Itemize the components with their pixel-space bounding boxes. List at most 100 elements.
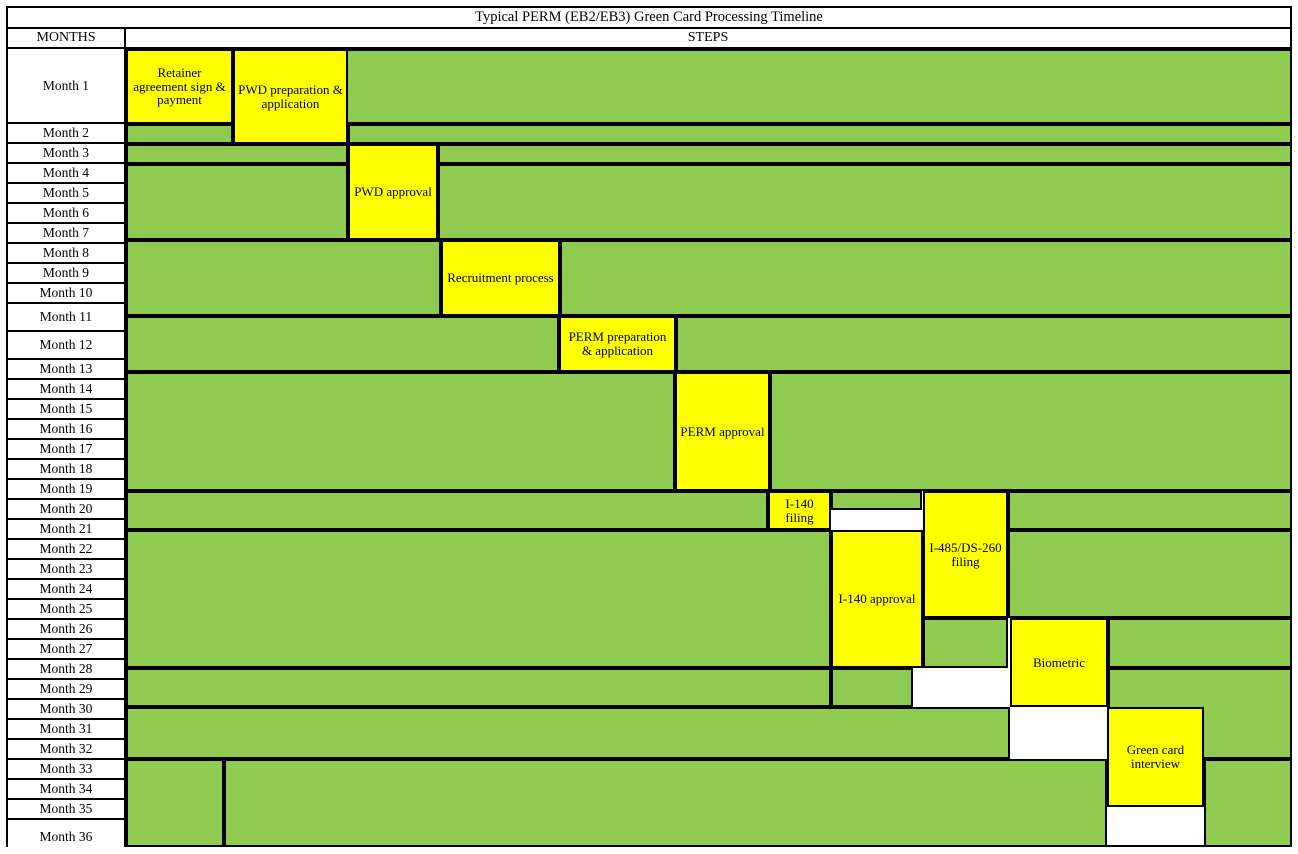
- elapsed-time-bar: [923, 618, 1008, 668]
- month-row-16: Month 16: [8, 420, 124, 440]
- month-label: Month 33: [39, 761, 93, 776]
- month-label: Month 28: [39, 661, 93, 676]
- elapsed-time-bar: [1008, 530, 1290, 618]
- month-row-9: Month 9: [8, 264, 124, 284]
- step-box-recruitment-process[interactable]: Recruitment process: [441, 240, 560, 316]
- month-row-20: Month 20: [8, 500, 124, 520]
- month-label: Month 24: [39, 581, 93, 596]
- page-title: Typical PERM (EB2/EB3) Green Card Proces…: [475, 9, 823, 26]
- elapsed-time-bar: [126, 668, 831, 707]
- month-row-25: Month 25: [8, 600, 124, 620]
- elapsed-time-bar: [126, 164, 348, 240]
- month-label: Month 25: [39, 601, 93, 616]
- elapsed-time-bar: [560, 240, 1290, 316]
- month-label: Month 13: [39, 361, 93, 376]
- elapsed-time-bar: [1008, 491, 1290, 530]
- month-label: Month 15: [39, 401, 93, 416]
- month-row-36: Month 36: [8, 820, 124, 854]
- month-label: Month 31: [39, 721, 93, 736]
- month-row-30: Month 30: [8, 700, 124, 720]
- month-label: Month 1: [42, 77, 90, 93]
- elapsed-time-bar: [831, 668, 913, 707]
- elapsed-time-bar: [770, 372, 1290, 491]
- step-box-i-140-filing[interactable]: I-140 filing: [768, 491, 831, 530]
- step-label: Recruitment process: [447, 270, 554, 286]
- month-row-21: Month 21: [8, 520, 124, 540]
- elapsed-time-bar: [126, 759, 224, 845]
- month-label: Month 29: [39, 681, 93, 696]
- step-label: PERM approval: [680, 423, 765, 439]
- month-label: Month 3: [42, 145, 90, 160]
- elapsed-time-bar: [224, 759, 1107, 845]
- month-row-7: Month 7: [8, 224, 124, 244]
- elapsed-time-bar: [126, 316, 559, 372]
- month-label: Month 2: [42, 125, 90, 140]
- timeline-chart: Typical PERM (EB2/EB3) Green Card Proces…: [0, 0, 1298, 854]
- month-label: Month 26: [39, 621, 93, 636]
- step-box-i-485-ds-260-filing[interactable]: I-485/DS-260 filing: [923, 491, 1008, 618]
- month-label: Month 34: [39, 781, 93, 796]
- step-box-green-card-interview[interactable]: Green card interview: [1107, 707, 1204, 807]
- step-label: Biometric: [1033, 654, 1085, 670]
- month-label: Month 19: [39, 481, 93, 496]
- step-box-pwd-approval[interactable]: PWD approval: [348, 144, 438, 240]
- month-label: Month 7: [42, 225, 90, 240]
- month-label: Month 27: [39, 641, 93, 656]
- elapsed-time-bar: [126, 124, 233, 144]
- month-row-31: Month 31: [8, 720, 124, 740]
- step-label: I-485/DS-260 filing: [929, 539, 1002, 569]
- months-column-header: MONTHS: [8, 29, 126, 47]
- month-label: Month 21: [39, 521, 93, 536]
- chart-frame: Typical PERM (EB2/EB3) Green Card Proces…: [6, 6, 1292, 854]
- column-header-row: MONTHS STEPS: [8, 29, 1290, 49]
- elapsed-time-bar: [126, 144, 348, 164]
- month-label: Month 20: [39, 501, 93, 516]
- elapsed-time-bar: [126, 372, 675, 491]
- month-label: Month 36: [39, 829, 93, 844]
- month-label: Month 18: [39, 461, 93, 476]
- month-label: Month 10: [39, 285, 93, 300]
- month-row-1: Month 1: [8, 49, 124, 124]
- elapsed-time-bar: [438, 144, 1290, 164]
- step-label: PERM preparation & application: [568, 329, 667, 358]
- month-label: Month 11: [39, 309, 93, 324]
- month-row-10: Month 10: [8, 284, 124, 304]
- step-label: PWD approval: [354, 184, 432, 200]
- month-label: Month 8: [42, 245, 90, 260]
- month-row-34: Month 34: [8, 780, 124, 800]
- steps-area: Retainer agreement sign & payment PWD pre…: [126, 49, 1290, 845]
- month-row-19: Month 19: [8, 480, 124, 500]
- elapsed-time-bar: [1108, 618, 1290, 668]
- step-box-retainer-agreement-sign-payment[interactable]: Retainer agreement sign & payment: [126, 49, 233, 124]
- elapsed-time-bar: [126, 530, 831, 668]
- month-row-27: Month 27: [8, 640, 124, 660]
- month-row-3: Month 3: [8, 144, 124, 164]
- months-column: Month 1 Month 2 Month 3 Month 4 Month 5 Month…: [8, 49, 126, 854]
- step-label: PWD preparation & application: [238, 81, 343, 111]
- month-label: Month 23: [39, 561, 93, 576]
- month-label: Month 5: [42, 185, 90, 200]
- step-box-perm-approval[interactable]: PERM approval: [675, 372, 770, 491]
- month-row-18: Month 18: [8, 460, 124, 480]
- month-row-35: Month 35: [8, 800, 124, 820]
- month-label: Month 22: [39, 541, 93, 556]
- month-label: Month 14: [39, 381, 93, 396]
- month-label: Month 9: [42, 265, 90, 280]
- step-box-i-140-approval[interactable]: I-140 approval: [831, 530, 923, 668]
- month-row-12: Month 12: [8, 332, 124, 360]
- step-box-pwd-preparation-application[interactable]: PWD preparation & application: [233, 49, 348, 144]
- steps-column-header: STEPS: [687, 30, 729, 45]
- step-box-perm-preparation-application[interactable]: PERM preparation & application: [559, 316, 676, 372]
- elapsed-time-bar: [676, 316, 1290, 372]
- month-row-22: Month 22: [8, 540, 124, 560]
- step-box-biometric[interactable]: Biometric: [1010, 618, 1108, 707]
- month-label: Month 12: [39, 337, 93, 352]
- month-label: Month 6: [42, 205, 90, 220]
- month-row-11: Month 11: [8, 304, 124, 332]
- step-label: Retainer agreement sign & payment: [133, 64, 226, 108]
- chart-title-row: Typical PERM (EB2/EB3) Green Card Proces…: [8, 8, 1290, 29]
- month-row-28: Month 28: [8, 660, 124, 680]
- month-row-14: Month 14: [8, 380, 124, 400]
- month-label: Month 35: [39, 801, 93, 816]
- step-label: I-140 filing: [785, 495, 814, 525]
